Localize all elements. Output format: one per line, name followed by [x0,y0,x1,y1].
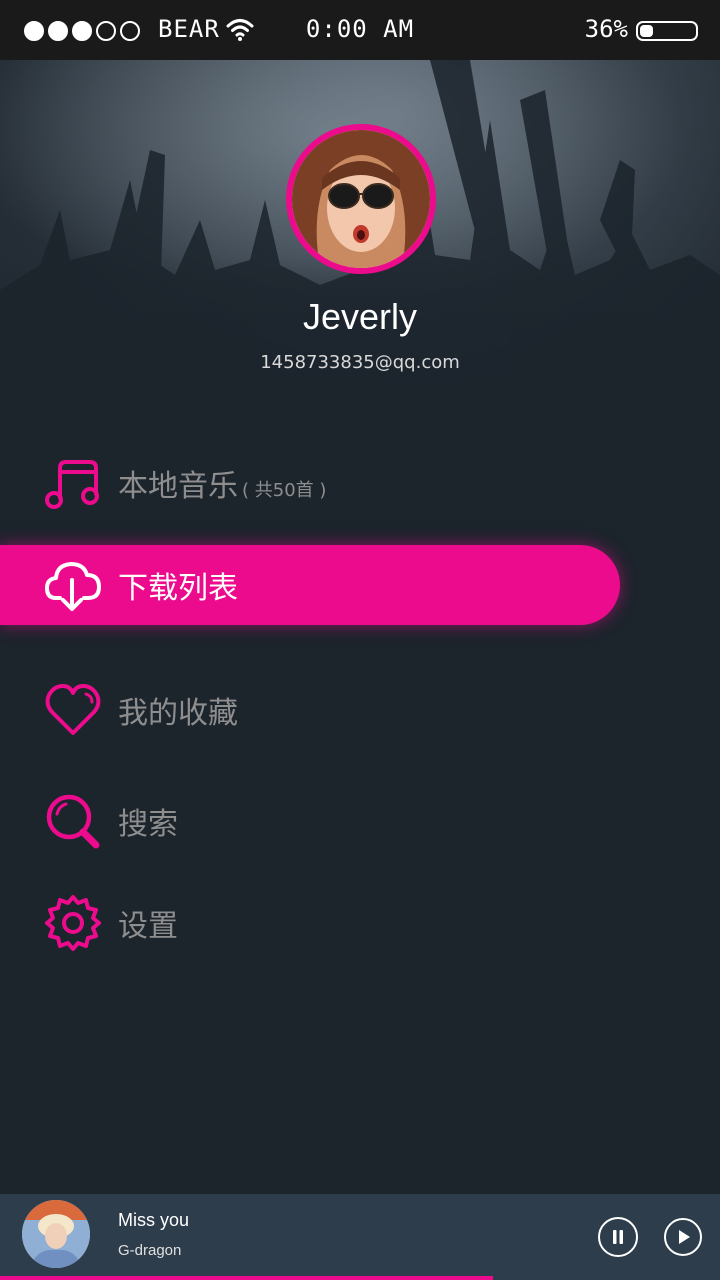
mini-player[interactable]: Miss you G-dragon [0,1194,720,1280]
battery-icon [636,21,698,41]
album-art[interactable] [22,1200,90,1268]
avatar-portrait-image [292,130,430,268]
music-note-icon [45,460,99,509]
menu-item-label: 下载列表 [118,571,238,606]
menu-item-label: 本地音乐( 共50首 ) [118,469,327,504]
menu-item-favorites[interactable]: 我的收藏 [0,670,720,750]
menu-item-local-music[interactable]: 本地音乐( 共50首 ) [0,443,720,523]
heart-icon [45,684,101,735]
play-icon [679,1230,690,1244]
album-art-image [22,1200,90,1268]
menu-item-settings[interactable]: 设置 [0,883,720,963]
battery-percent: 36% [584,15,628,43]
menu-item-download-list[interactable]: 下载列表 [0,545,720,625]
status-bar: BEAR 0:00 AM 36% [0,0,720,60]
user-name: Jeverly [302,296,418,337]
menu-item-search[interactable]: 搜索 [0,781,720,861]
profile-header: Jeverly 1458733835@qq.com [0,60,720,418]
artist-name: G-dragon [118,1242,182,1259]
playback-progress-fill [0,1276,494,1280]
gear-icon [45,895,101,951]
next-button[interactable] [664,1218,702,1256]
menu-item-label: 搜索 [118,807,178,842]
playback-progress-bar[interactable] [0,1276,720,1280]
user-email: 1458733835@qq.com [260,352,460,373]
track-count: ( 共50首 ) [242,480,327,501]
user-avatar[interactable] [286,124,436,274]
pause-icon [613,1230,623,1244]
cloud-download-icon [45,562,101,611]
search-icon [46,794,100,849]
song-title: Miss you [118,1210,190,1230]
pause-button[interactable] [598,1217,638,1257]
menu-item-label: 我的收藏 [118,696,238,731]
menu-item-label: 设置 [118,909,178,944]
